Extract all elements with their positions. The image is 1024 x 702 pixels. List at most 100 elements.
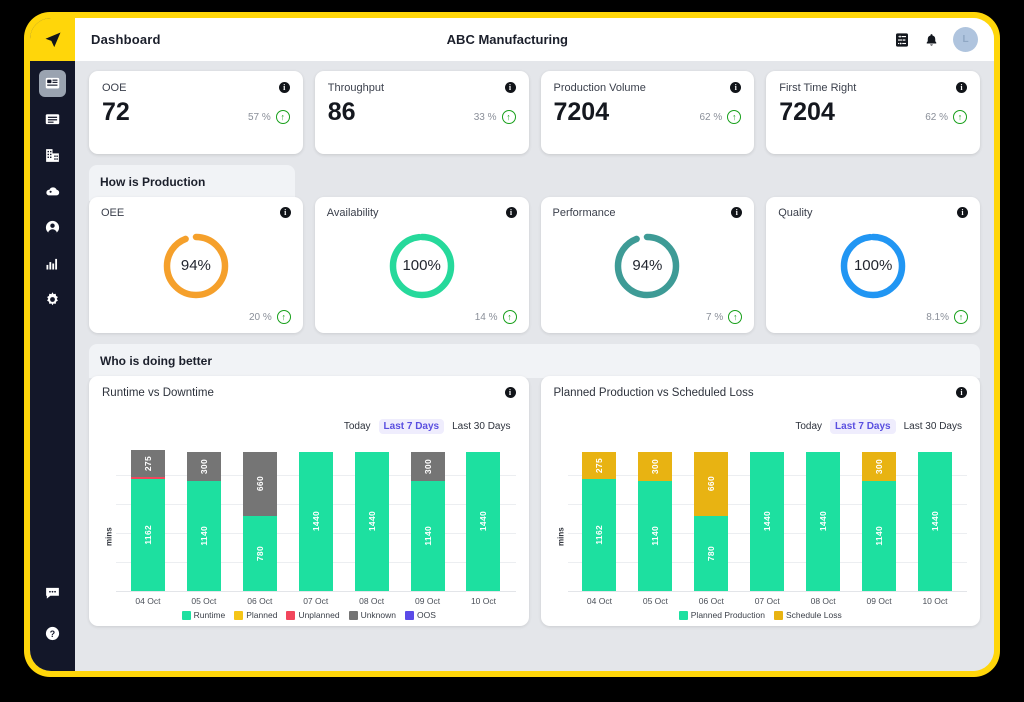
bar-segment: 300 (186, 451, 221, 481)
bar-value-label: 300 (650, 458, 661, 474)
y-axis-label: mins (556, 527, 565, 547)
bar-column[interactable]: 300 1140 (186, 446, 221, 591)
info-icon[interactable]: i (730, 82, 742, 93)
legend-item[interactable]: Runtime (181, 610, 226, 620)
bar-column[interactable]: 275 1162 (130, 446, 165, 591)
bar-column[interactable]: 1440 (298, 446, 333, 591)
sidebar-item-dashboard[interactable] (39, 70, 66, 97)
x-axis-tick: 08 Oct (359, 596, 385, 606)
production-section-title: How is Production (100, 175, 206, 189)
bar-value-label: 300 (198, 458, 209, 474)
sidebar-item-cloud[interactable] (39, 178, 66, 205)
bar-column[interactable]: 660 780 (694, 446, 729, 591)
legend-swatch (234, 610, 244, 620)
bar-column[interactable]: 1440 (806, 446, 841, 591)
info-icon[interactable]: i (956, 82, 967, 93)
gear-icon (47, 292, 58, 306)
bar-group: 275 1162 300 1140 660 780 1440 1440 300 1140 1440 (567, 446, 967, 592)
trend-up-icon: ↑ (953, 110, 967, 124)
kpi-card: Production Volume i 7204 62 % ↑ (540, 71, 755, 154)
bar-value-label: 275 (142, 456, 153, 472)
legend-item[interactable]: Planned (234, 610, 277, 620)
legend-item[interactable]: OOS (405, 610, 436, 620)
bar-column[interactable]: 300 1140 (862, 446, 897, 591)
sidebar-item-monitor[interactable] (39, 106, 66, 133)
sliders-icon[interactable] (894, 32, 910, 48)
kpi-percent: 62 % (699, 111, 723, 123)
info-icon[interactable]: i (504, 82, 516, 93)
bar-column[interactable]: 275 1162 (582, 446, 617, 591)
legend-item[interactable]: Unknown (348, 610, 396, 620)
chart-card-row: Runtime vs Downtime i Today Last 7 Days Last… (89, 376, 980, 626)
range-tab-last-7-days[interactable]: Last 7 Days (378, 419, 445, 434)
legend-item[interactable]: Unplanned (286, 610, 340, 620)
kpi-value: 7204 (779, 98, 835, 126)
bar-value-label: 1440 (310, 511, 321, 532)
gauge-card: OEE i 94% 20 % ↑ (89, 197, 303, 333)
bar-segment: 275 (582, 452, 617, 479)
x-axis-tick: 05 Oct (642, 596, 668, 606)
plot-area: 275 1162 300 1140 660 780 1440 1440 300 1140 1440 0… (116, 446, 516, 606)
bar-column[interactable]: 1440 (917, 446, 952, 591)
bar-segment: 1162 (130, 478, 165, 591)
chat-bubble-icon (46, 587, 59, 599)
bar-column[interactable]: 1440 (750, 446, 785, 591)
info-icon[interactable]: i (956, 387, 967, 398)
bar-value-label: 660 (254, 476, 265, 492)
avatar[interactable]: L (953, 27, 978, 52)
sidebar-item-analytics[interactable] (39, 250, 66, 277)
bar-segment: 1440 (806, 451, 841, 591)
info-icon[interactable]: i (278, 82, 290, 93)
kpi-value: 7204 (553, 98, 610, 126)
bar-column[interactable]: 660 780 (242, 446, 277, 591)
bar-column[interactable]: 300 1140 (638, 446, 673, 591)
kpi-delta: 62 % ↑ (699, 110, 742, 125)
sidebar-item-plant[interactable] (39, 142, 66, 169)
x-axis-tick: 05 Oct (191, 596, 217, 606)
range-tab-group: Today Last 7 Days Last 30 Days (554, 419, 968, 434)
gauge-card: Quality i 100% 8.1% ↑ (766, 197, 980, 333)
sidebar-item-user[interactable] (39, 214, 66, 241)
legend-label: Runtime (193, 610, 226, 620)
x-axis-tick: 09 Oct (415, 596, 441, 606)
x-axis: 04 Oct 05 Oct 06 Oct 07 Oct 08 Oct 09 Oct 10 O… (568, 592, 968, 606)
x-axis-tick: 06 Oct (698, 596, 724, 606)
legend-swatch (348, 610, 358, 620)
bar-value-label: 660 (706, 476, 717, 492)
bar-segment: 1440 (917, 451, 952, 591)
bar-segment: 1162 (582, 478, 617, 591)
range-tab-today[interactable]: Today (790, 419, 827, 434)
legend-item[interactable]: Planned Production (678, 610, 765, 620)
bar-value-label: 275 (594, 457, 605, 473)
sidebar-item-help[interactable]: ? (39, 620, 66, 647)
bar-value-label: 300 (874, 458, 885, 474)
topbar: Dashboard ABC Manufacturing L (75, 18, 994, 61)
bar-column[interactable]: 1440 (466, 446, 501, 591)
app-logo[interactable] (30, 18, 75, 61)
range-tab-last-30-days[interactable]: Last 30 Days (899, 419, 967, 434)
cloud-icon (46, 187, 60, 196)
bar-column[interactable]: 300 1140 (410, 446, 445, 591)
company-name: ABC Manufacturing (446, 32, 569, 47)
x-axis: 04 Oct 05 Oct 06 Oct 07 Oct 08 Oct 09 Oct 10 O… (116, 592, 516, 606)
range-tab-last-7-days[interactable]: Last 7 Days (830, 419, 896, 434)
avatar-initial: L (962, 34, 969, 45)
legend-label: Unplanned (298, 610, 340, 620)
kpi-label: Throughput (327, 82, 385, 94)
bar-segment: 1140 (638, 480, 673, 591)
kpi-label: OOE (102, 82, 127, 94)
sidebar-item-chat[interactable] (39, 579, 66, 606)
gauge-delta: 14 % ↑ (327, 310, 517, 324)
navigation-arrow-icon (45, 32, 60, 47)
range-tab-today[interactable]: Today (339, 419, 376, 434)
sidebar: ? (30, 18, 75, 671)
info-icon[interactable]: i (504, 387, 516, 398)
range-tab-last-30-days[interactable]: Last 30 Days (447, 419, 515, 434)
legend-item[interactable]: Schedule Loss (773, 610, 842, 620)
x-axis-tick: 10 Oct (470, 596, 496, 606)
bell-icon[interactable] (924, 32, 939, 48)
legend-label: OOS (417, 610, 436, 620)
legend-swatch (286, 610, 296, 620)
bar-column[interactable]: 1440 (354, 446, 389, 591)
sidebar-item-settings[interactable] (39, 286, 66, 313)
